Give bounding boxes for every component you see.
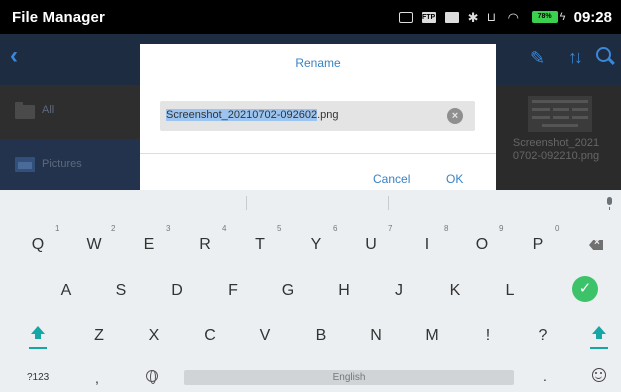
- emoji-icon[interactable]: [592, 368, 606, 382]
- back-icon[interactable]: ‹: [10, 44, 18, 68]
- key-comma[interactable]: ,: [95, 370, 99, 386]
- rename-dialog: Rename Screenshot_20210702-092602.png × …: [140, 44, 496, 190]
- key-c[interactable]: C: [195, 327, 225, 345]
- sidebar-item-pictures[interactable]: Pictures: [0, 139, 140, 190]
- selected-text: Screenshot_20210702-092602: [166, 109, 318, 121]
- key-hint: 2: [111, 224, 116, 233]
- key-g[interactable]: G: [273, 282, 303, 300]
- usb-icon: ⊔: [486, 9, 496, 24]
- clock: 09:28: [573, 8, 612, 26]
- filename-text[interactable]: Screenshot_20210702-092602.png: [166, 109, 339, 121]
- key-v[interactable]: V: [250, 327, 280, 345]
- status-bar: File Manager FTP ✱ ⊔ ◠ 78% ϟ 09:28: [0, 0, 621, 34]
- soft-keyboard: Q 1 W 2 E 3 R 4 T 5 Y 6 U 7 I 8 O 9 P 0 …: [0, 190, 621, 392]
- key-f[interactable]: F: [218, 282, 248, 300]
- edit-icon[interactable]: ✎: [530, 49, 545, 67]
- key-period[interactable]: .: [543, 368, 547, 384]
- key-y[interactable]: Y: [301, 236, 331, 254]
- sort-icon[interactable]: ↑↓: [568, 47, 583, 67]
- suggestion-strip: [0, 190, 621, 217]
- key-m[interactable]: M: [417, 327, 447, 345]
- key-e[interactable]: E: [134, 236, 164, 254]
- bluetooth-icon: ✱: [467, 9, 479, 25]
- key-hint: 7: [388, 224, 393, 233]
- dialog-title: Rename: [295, 56, 341, 70]
- sidebar-item-all[interactable]: All: [0, 85, 140, 139]
- key-l[interactable]: L: [495, 282, 525, 300]
- key-a[interactable]: A: [51, 282, 81, 300]
- file-extension: .png: [317, 109, 339, 121]
- key-r[interactable]: R: [190, 236, 220, 254]
- key-x[interactable]: X: [139, 327, 169, 345]
- key-hint: 5: [277, 224, 282, 233]
- symbols-key[interactable]: ?123: [27, 372, 49, 383]
- wifi-icon: ◠: [507, 9, 519, 25]
- divider: [140, 153, 496, 154]
- key-exclamation[interactable]: !: [473, 327, 503, 345]
- file-thumbnail[interactable]: [528, 96, 592, 132]
- sidebar-item-label: Pictures: [42, 158, 82, 170]
- keyboard-icon: [398, 11, 413, 23]
- key-k[interactable]: K: [440, 282, 470, 300]
- key-i[interactable]: I: [412, 236, 442, 254]
- ok-button[interactable]: OK: [446, 172, 463, 186]
- shift-icon[interactable]: [592, 326, 606, 340]
- divider: [246, 196, 247, 210]
- key-d[interactable]: D: [162, 282, 192, 300]
- key-hint: 0: [555, 224, 560, 233]
- battery-icon: 78%: [531, 11, 558, 23]
- key-hint: 4: [222, 224, 227, 233]
- file-name[interactable]: Screenshot_2021 0702-092210.png: [492, 137, 620, 163]
- backspace-icon[interactable]: [589, 240, 603, 250]
- key-p[interactable]: P: [523, 236, 553, 254]
- key-b[interactable]: B: [306, 327, 336, 345]
- key-t[interactable]: T: [245, 236, 275, 254]
- key-s[interactable]: S: [106, 282, 136, 300]
- shift-indicator: [590, 347, 608, 349]
- sidebar-item-label: All: [42, 104, 55, 116]
- folder-icon: [15, 102, 35, 119]
- key-q[interactable]: Q: [23, 236, 53, 254]
- key-hint: 9: [499, 224, 504, 233]
- charging-icon: ϟ: [559, 10, 566, 23]
- ftp-icon: FTP: [421, 11, 436, 23]
- key-hint: 8: [444, 224, 449, 233]
- app-title: File Manager: [12, 9, 105, 26]
- key-hint: 3: [166, 224, 171, 233]
- status-icons: FTP ✱ ⊔ ◠ 78% ϟ 09:28: [390, 0, 621, 34]
- microphone-icon[interactable]: [607, 197, 612, 210]
- image-icon: [444, 11, 459, 23]
- key-hint: 6: [333, 224, 338, 233]
- key-w[interactable]: W: [79, 236, 109, 254]
- search-icon[interactable]: [596, 47, 611, 62]
- key-o[interactable]: O: [467, 236, 497, 254]
- key-question[interactable]: ?: [528, 327, 558, 345]
- key-n[interactable]: N: [361, 327, 391, 345]
- key-u[interactable]: U: [356, 236, 386, 254]
- shift-indicator: [29, 347, 47, 349]
- cancel-button[interactable]: Cancel: [373, 172, 410, 186]
- image-icon: [15, 157, 35, 172]
- done-check-icon[interactable]: ✓: [572, 276, 598, 302]
- divider: [388, 196, 389, 210]
- key-hint: 1: [55, 224, 60, 233]
- space-bar[interactable]: English: [184, 370, 514, 385]
- key-h[interactable]: H: [329, 282, 359, 300]
- globe-icon[interactable]: [146, 370, 158, 384]
- clear-icon[interactable]: ×: [447, 108, 463, 124]
- shift-icon[interactable]: [31, 326, 45, 340]
- key-z[interactable]: Z: [84, 327, 114, 345]
- key-j[interactable]: J: [384, 282, 414, 300]
- filename-input[interactable]: Screenshot_20210702-092602.png ×: [160, 101, 475, 131]
